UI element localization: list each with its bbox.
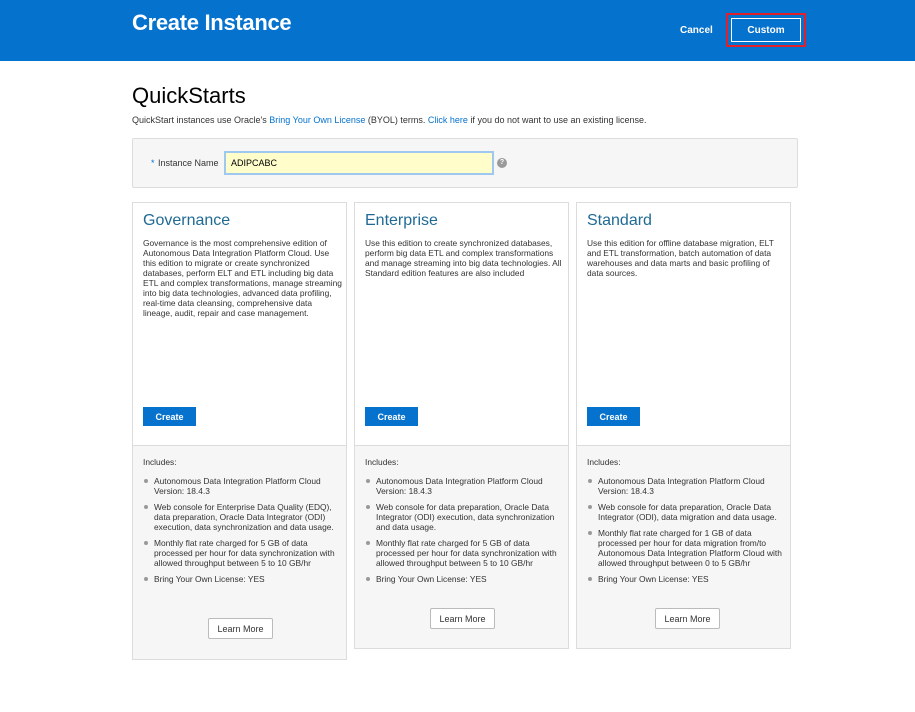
cancel-button[interactable]: Cancel (680, 25, 713, 36)
edition-description: Governance is the most comprehensive edi… (143, 238, 342, 318)
includes-label: Includes: (587, 457, 621, 467)
custom-button[interactable]: Custom (731, 18, 801, 42)
edition-card-includes: Includes: Autonomous Data Integration Pl… (133, 446, 346, 659)
byol-link[interactable]: Bring Your Own License (269, 115, 365, 125)
list-item: Web console for Enterprise Data Quality … (143, 502, 343, 532)
help-icon[interactable]: ? (497, 158, 507, 168)
intro-text-middle: (BYOL) terms. (367, 115, 426, 125)
custom-highlight-box: Custom (726, 13, 806, 47)
learn-more-governance-button[interactable]: Learn More (208, 618, 273, 639)
instance-name-panel: * Instance Name ? (132, 138, 798, 188)
edition-description: Use this edition for offline database mi… (587, 238, 774, 278)
list-item: Bring Your Own License: YES (143, 574, 343, 584)
intro-text-before: QuickStart instances use Oracle's (132, 115, 267, 125)
list-item: Web console for data preparation, Oracle… (587, 502, 787, 522)
includes-list: Autonomous Data Integration Platform Clo… (587, 476, 787, 590)
instance-name-label: Instance Name (158, 158, 219, 168)
edition-card-standard: Standard Use this edition for offline da… (576, 202, 791, 649)
edition-description: Use this edition to create synchronized … (365, 238, 562, 278)
list-item: Autonomous Data Integration Platform Clo… (587, 476, 787, 496)
edition-card-top: Enterprise Use this edition to create sy… (355, 203, 568, 446)
edition-card-includes: Includes: Autonomous Data Integration Pl… (355, 446, 568, 648)
edition-card-top: Governance Governance is the most compre… (133, 203, 346, 446)
create-governance-button[interactable]: Create (143, 407, 196, 426)
list-item: Bring Your Own License: YES (365, 574, 565, 584)
list-item: Autonomous Data Integration Platform Clo… (365, 476, 565, 496)
header-bar: Create Instance Cancel Custom (0, 0, 915, 61)
list-item: Monthly flat rate charged for 5 GB of da… (365, 538, 565, 568)
page-title: Create Instance (132, 10, 292, 35)
edition-card-top: Standard Use this edition for offline da… (577, 203, 790, 446)
instance-name-input[interactable] (224, 151, 494, 175)
list-item: Autonomous Data Integration Platform Clo… (143, 476, 343, 496)
click-here-link[interactable]: Click here (428, 115, 468, 125)
includes-label: Includes: (143, 457, 177, 467)
edition-name: Standard (587, 212, 652, 229)
edition-card-includes: Includes: Autonomous Data Integration Pl… (577, 446, 790, 648)
intro-text-after: if you do not want to use an existing li… (470, 115, 647, 125)
quickstarts-heading: QuickStarts (132, 83, 246, 108)
learn-more-standard-button[interactable]: Learn More (655, 608, 720, 629)
required-marker: * (151, 158, 155, 168)
list-item: Bring Your Own License: YES (587, 574, 787, 584)
includes-label: Includes: (365, 457, 399, 467)
includes-list: Autonomous Data Integration Platform Clo… (143, 476, 343, 590)
list-item: Monthly flat rate charged for 5 GB of da… (143, 538, 343, 568)
list-item: Web console for data preparation, Oracle… (365, 502, 565, 532)
edition-card-governance: Governance Governance is the most compre… (132, 202, 347, 660)
edition-card-enterprise: Enterprise Use this edition to create sy… (354, 202, 569, 649)
edition-name: Governance (143, 212, 231, 229)
includes-list: Autonomous Data Integration Platform Clo… (365, 476, 565, 590)
create-standard-button[interactable]: Create (587, 407, 640, 426)
edition-name: Enterprise (365, 212, 438, 229)
learn-more-enterprise-button[interactable]: Learn More (430, 608, 495, 629)
list-item: Monthly flat rate charged for 1 GB of da… (587, 528, 787, 568)
quickstarts-intro: QuickStart instances use Oracle's Bring … (132, 115, 647, 125)
create-enterprise-button[interactable]: Create (365, 407, 418, 426)
